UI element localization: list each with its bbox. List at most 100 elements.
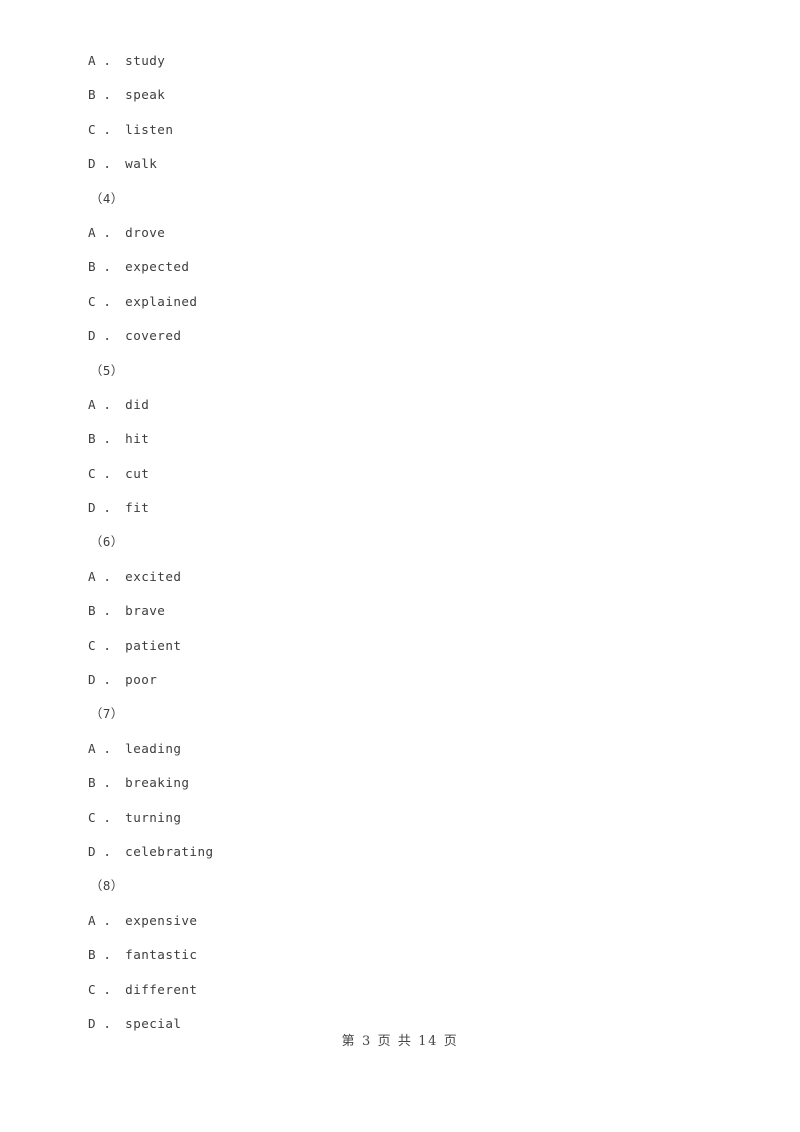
option-text: different	[125, 981, 198, 997]
answer-option[interactable]: D ． fit	[0, 491, 800, 525]
option-separator: ．	[96, 431, 126, 447]
option-letter: C	[88, 981, 97, 997]
option-letter: C	[88, 809, 97, 825]
option-text: turning	[125, 809, 182, 825]
option-separator: ．	[96, 672, 126, 688]
option-separator: ．	[96, 53, 126, 68]
option-separator: ．	[96, 912, 126, 928]
answer-option[interactable]: B ． brave	[0, 594, 800, 628]
option-letter: A	[88, 53, 97, 68]
answer-option[interactable]: B ． expected	[0, 250, 800, 284]
question-number-marker: （7）	[90, 706, 124, 722]
option-separator: ．	[96, 981, 126, 997]
question-number-marker: （5）	[90, 362, 124, 378]
answer-option[interactable]: C ． turning	[0, 801, 800, 835]
answer-option[interactable]: C ． explained	[0, 285, 800, 319]
option-letter: B	[88, 259, 97, 275]
answer-option[interactable]: A ． expensive	[0, 904, 800, 938]
question-number-marker: （8）	[90, 878, 124, 894]
answer-option[interactable]: C ． listen	[0, 113, 800, 147]
option-letter: B	[88, 603, 97, 619]
answer-option[interactable]: A ． did	[0, 388, 800, 422]
question-number-marker: （4）	[90, 190, 124, 206]
option-text: explained	[125, 293, 198, 309]
option-text: hit	[125, 431, 150, 447]
option-letter: B	[88, 775, 97, 791]
option-letter: D	[88, 500, 97, 516]
option-text: cut	[125, 465, 150, 481]
answer-option[interactable]: B ． hit	[0, 422, 800, 456]
answer-option[interactable]: D ． poor	[0, 663, 800, 697]
option-letter: C	[88, 637, 97, 653]
option-letter: B	[88, 947, 97, 963]
option-separator: ．	[96, 259, 126, 275]
option-text: special	[125, 1015, 182, 1031]
option-text: breaking	[125, 775, 190, 791]
option-separator: ．	[96, 465, 126, 481]
option-letter: B	[88, 87, 97, 103]
option-separator: ．	[96, 603, 126, 619]
option-separator: ．	[96, 775, 126, 791]
option-letter: A	[88, 912, 97, 928]
option-letter: D	[88, 672, 97, 688]
option-text: patient	[125, 637, 182, 653]
option-separator: ．	[96, 224, 126, 240]
answer-option[interactable]: C ． patient	[0, 629, 800, 663]
answer-option[interactable]: A ． leading	[0, 732, 800, 766]
option-text: fantastic	[125, 947, 198, 963]
option-letter: A	[88, 740, 97, 756]
option-letter: A	[88, 396, 97, 412]
option-text: study	[125, 53, 166, 68]
question-content: A ． study B ． speak C ． listen D ． walk （4） A…	[0, 0, 800, 1041]
answer-option[interactable]: A ． excited	[0, 560, 800, 594]
option-separator: ．	[96, 87, 126, 103]
option-text: celebrating	[125, 843, 214, 859]
option-letter: D	[88, 843, 97, 859]
option-text: excited	[125, 568, 182, 584]
answer-option[interactable]: B ． speak	[0, 78, 800, 112]
option-letter: B	[88, 431, 97, 447]
option-separator: ．	[96, 568, 126, 584]
option-separator: ．	[96, 809, 126, 825]
option-letter: C	[88, 465, 97, 481]
answer-option[interactable]: D ． celebrating	[0, 835, 800, 869]
option-separator: ．	[96, 121, 126, 137]
option-separator: ．	[96, 843, 126, 859]
question-number-marker: （6）	[90, 534, 124, 550]
option-separator: ．	[96, 1015, 126, 1031]
option-separator: ．	[96, 328, 126, 344]
answer-option[interactable]: B ． breaking	[0, 766, 800, 800]
option-separator: ．	[96, 156, 126, 172]
option-letter: A	[88, 224, 97, 240]
option-text: expected	[125, 259, 190, 275]
page-footer: 第 3 页 共 14 页	[341, 1034, 459, 1049]
option-text: covered	[125, 328, 182, 344]
option-letter: A	[88, 568, 97, 584]
option-text: brave	[125, 603, 166, 619]
option-text: walk	[125, 156, 158, 172]
option-letter: D	[88, 156, 97, 172]
option-separator: ．	[96, 740, 126, 756]
option-text: listen	[125, 121, 174, 137]
option-separator: ．	[96, 637, 126, 653]
option-letter: D	[88, 328, 97, 344]
answer-option[interactable]: A ． drove	[0, 216, 800, 250]
option-text: did	[125, 396, 150, 412]
option-separator: ．	[96, 947, 126, 963]
option-separator: ．	[96, 500, 126, 516]
option-separator: ．	[96, 293, 126, 309]
option-letter: D	[88, 1015, 97, 1031]
option-separator: ．	[96, 396, 126, 412]
answer-option[interactable]: D ． covered	[0, 319, 800, 353]
answer-option[interactable]: A ． study	[0, 44, 800, 78]
document-page: A ． study B ． speak C ． listen D ． walk （4） A…	[0, 0, 800, 1132]
option-letter: C	[88, 293, 97, 309]
answer-option[interactable]: D ． walk	[0, 147, 800, 181]
option-text: speak	[125, 87, 166, 103]
option-letter: C	[88, 121, 97, 137]
answer-option[interactable]: C ． different	[0, 973, 800, 1007]
answer-option[interactable]: B ． fantastic	[0, 938, 800, 972]
option-text: poor	[125, 672, 158, 688]
option-text: drove	[125, 224, 166, 240]
answer-option[interactable]: C ． cut	[0, 457, 800, 491]
